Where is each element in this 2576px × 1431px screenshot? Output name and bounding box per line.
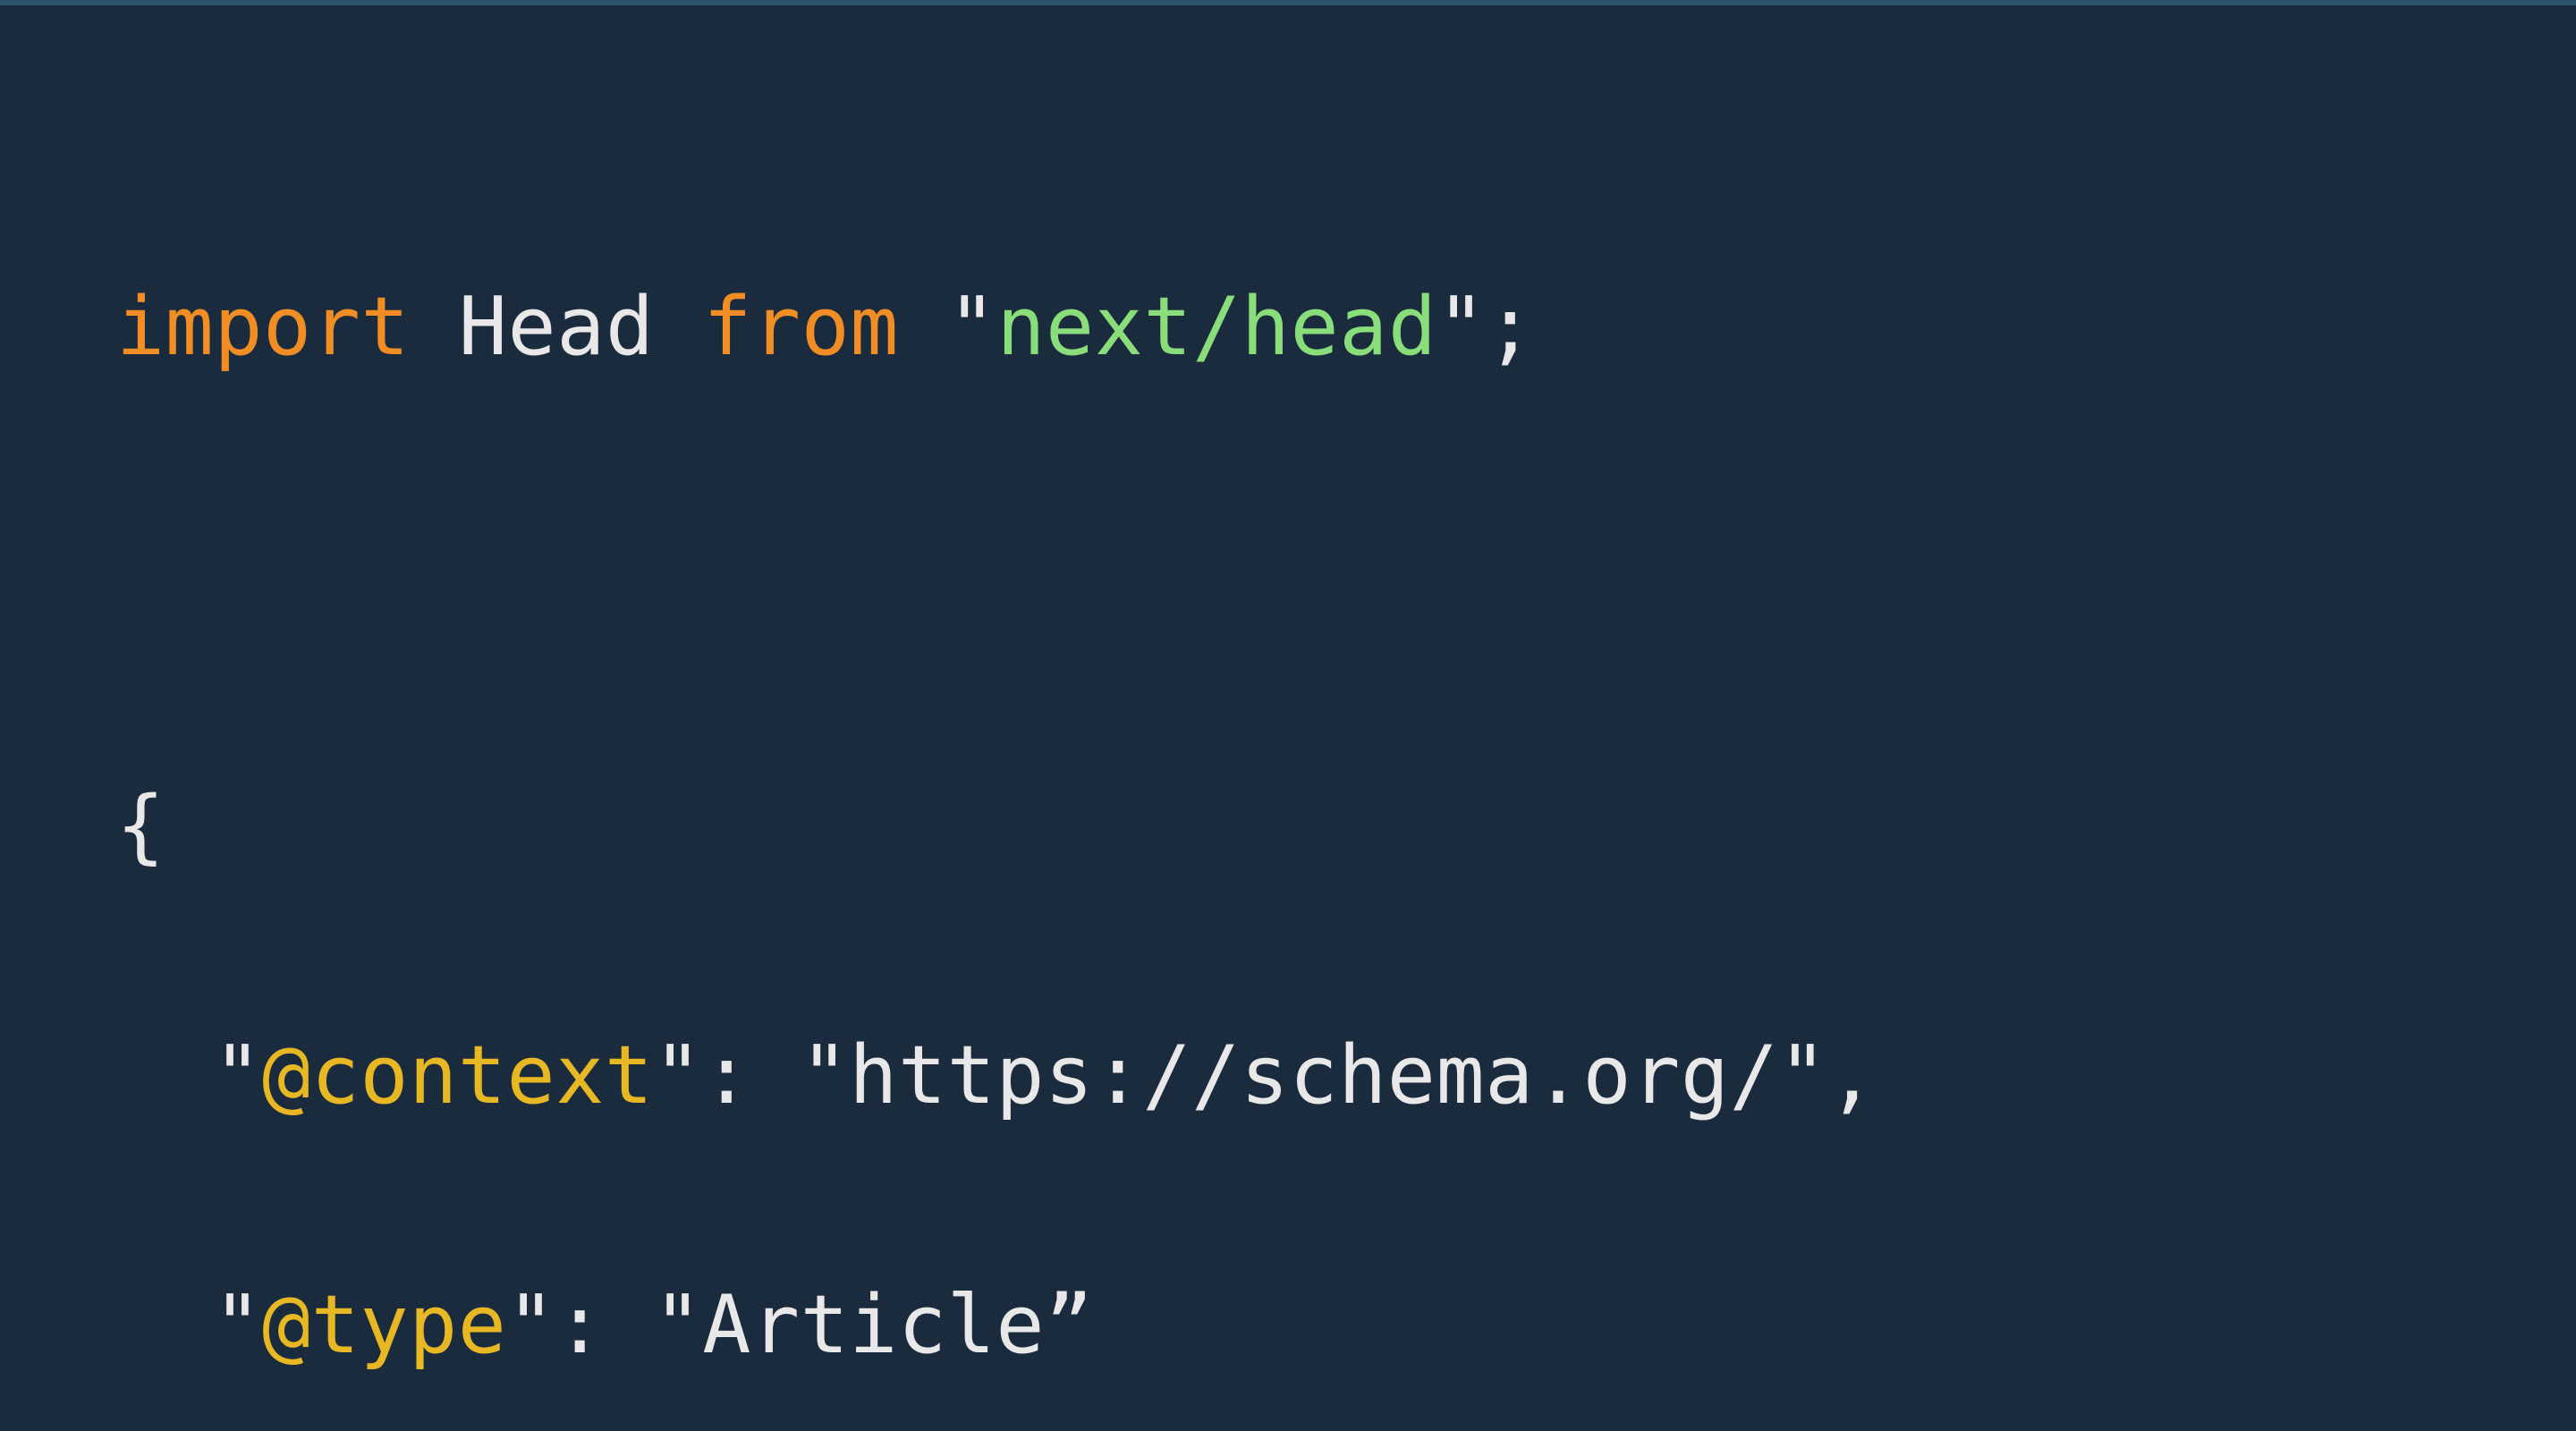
comma: , xyxy=(1827,1029,1877,1122)
code-line-4: "@type": "Article” xyxy=(116,1263,2576,1388)
json-key-context: @context xyxy=(262,1029,653,1122)
code-editor-snippet: import Head from "next/head"; { "@contex… xyxy=(0,0,2576,1431)
key-quote-open: " xyxy=(213,1029,262,1122)
quote-open: " xyxy=(948,280,997,374)
keyword-from: from xyxy=(703,280,947,374)
key-quote-close: " xyxy=(654,1029,703,1122)
code-line-2: { xyxy=(116,764,2576,889)
key-quote-close: " xyxy=(506,1278,555,1372)
code-block: import Head from "next/head"; { "@contex… xyxy=(0,0,2576,1431)
colon: : xyxy=(555,1278,653,1372)
json-key-type: @type xyxy=(262,1278,506,1372)
semicolon: ; xyxy=(1486,280,1535,374)
key-quote-open: " xyxy=(213,1278,262,1372)
quote-close: " xyxy=(1437,280,1487,374)
json-value-context: "https://schema.org/" xyxy=(801,1029,1827,1122)
json-value-type: "Article” xyxy=(654,1278,1094,1372)
brace-open: { xyxy=(116,779,165,873)
code-line-3: "@context": "https://schema.org/", xyxy=(116,1013,2576,1139)
blank-line-1 xyxy=(116,514,2576,639)
code-line-1: import Head from "next/head"; xyxy=(116,265,2576,390)
string-module: next/head xyxy=(996,280,1436,374)
keyword-import: import xyxy=(116,280,410,374)
colon: : xyxy=(702,1029,800,1122)
identifier-head: Head xyxy=(410,280,703,374)
